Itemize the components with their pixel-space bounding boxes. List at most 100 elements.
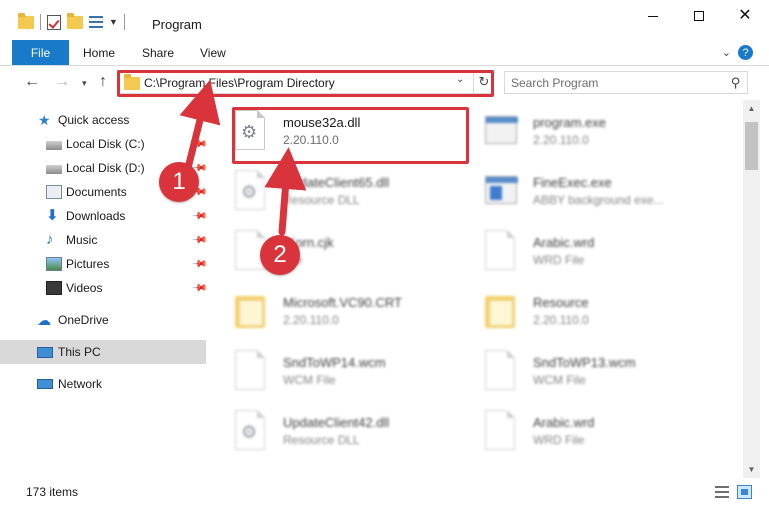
nav-label: OneDrive	[58, 313, 109, 327]
recent-locations-chevron-icon[interactable]: ▾	[82, 78, 87, 89]
file-name: SndToWP14.wcm	[283, 355, 386, 370]
nav-item-network[interactable]: Network	[0, 372, 206, 396]
disk-icon	[46, 165, 62, 174]
nav-item-pictures[interactable]: Pictures 📌	[0, 252, 208, 276]
address-path[interactable]: C:\Program Files\Program Directory	[144, 76, 335, 90]
file-detail: 2.20.110.0	[283, 313, 339, 327]
blank-file-icon	[485, 350, 518, 392]
up-arrow-icon[interactable]: ↑	[99, 73, 107, 91]
minimize-button[interactable]	[630, 0, 676, 32]
nav-item-videos[interactable]: Videos 📌	[0, 276, 208, 300]
nav-item-music[interactable]: ♪ Music 📌	[0, 228, 208, 252]
address-row: ← → ▾ ↑ C:\Program Files\Program Directo…	[0, 66, 769, 100]
new-folder-icon[interactable]	[67, 12, 83, 29]
scroll-up-icon[interactable]: ▲	[743, 100, 760, 117]
tab-view[interactable]: View	[200, 40, 226, 65]
nav-label: Music	[66, 233, 98, 247]
monitor-icon	[37, 346, 53, 358]
exe-file-icon	[485, 170, 518, 212]
file-tile[interactable]: Arabic.wrd WRD File	[467, 224, 717, 280]
film-icon	[46, 281, 62, 295]
file-tile[interactable]: Microsoft.VC90.CRT 2.20.110.0	[217, 284, 467, 340]
nav-item-onedrive[interactable]: ☁ OneDrive	[0, 308, 206, 332]
maximize-button[interactable]	[676, 0, 722, 32]
file-name: FineExec.exe	[533, 175, 612, 190]
file-detail: WCM File	[283, 373, 336, 387]
file-name: Resource	[533, 295, 589, 310]
nav-label: This PC	[58, 345, 101, 359]
file-tile[interactable]: tKorn.cjk File	[217, 224, 467, 280]
close-button[interactable]: ✕	[722, 0, 768, 32]
file-tile[interactable]: FineExec.exe ABBY background exe...	[467, 164, 717, 220]
tab-home[interactable]: Home	[83, 40, 115, 65]
tab-file[interactable]: File	[12, 40, 69, 65]
minimize-icon	[648, 15, 658, 17]
status-bar: 173 items	[0, 478, 769, 505]
folder-icon[interactable]	[18, 12, 34, 29]
file-detail: WRD File	[533, 253, 585, 267]
folder-icon	[124, 74, 140, 90]
nav-item-local-disk-c[interactable]: Local Disk (C:) 📌	[0, 132, 208, 156]
chevron-down-icon[interactable]: ⌄	[456, 74, 464, 85]
download-arrow-icon: ⬇	[46, 207, 59, 224]
music-note-icon: ♪	[46, 231, 54, 248]
vertical-scrollbar[interactable]: ▲ ▼	[743, 100, 760, 478]
back-arrow-icon[interactable]: ←	[24, 73, 40, 91]
chevron-down-icon[interactable]: ▼	[109, 17, 118, 27]
file-tile[interactable]: ⚙ mouse32a.dll 2.20.110.0	[217, 104, 467, 160]
file-name: UpdateClient42.dll	[283, 415, 390, 430]
pin-icon[interactable]: 📌	[191, 136, 208, 153]
forward-arrow-icon[interactable]: →	[54, 73, 70, 91]
search-input[interactable]	[511, 75, 716, 91]
folder-icon	[485, 290, 518, 332]
file-name: UpdateClient65.dll	[283, 175, 390, 190]
large-icons-view-icon[interactable]	[737, 485, 752, 499]
chevron-down-icon[interactable]: ⌄	[722, 46, 731, 59]
file-detail: 2.20.110.0	[283, 133, 339, 147]
scrollbar-thumb[interactable]	[745, 122, 758, 170]
pin-icon[interactable]: 📌	[191, 208, 208, 225]
star-icon: ★	[38, 112, 51, 128]
search-box[interactable]: ⚲	[504, 71, 748, 94]
dll-file-icon: ⚙	[235, 410, 268, 452]
blank-file-icon	[235, 350, 268, 392]
help-icon[interactable]: ?	[738, 45, 753, 60]
list-view-icon[interactable]	[89, 16, 103, 28]
details-view-icon[interactable]	[715, 486, 729, 498]
ribbon-tabs: File Home Share View ⌄ ?	[0, 40, 769, 66]
file-tile[interactable]: SndToWP13.wcm WCM File	[467, 344, 717, 400]
dll-file-icon: ⚙	[235, 170, 268, 212]
file-tile[interactable]: Resource 2.20.110.0	[467, 284, 717, 340]
file-list: ⚙ mouse32a.dll 2.20.110.0 program.exe 2.…	[215, 100, 741, 474]
documents-icon	[46, 185, 62, 199]
maximize-icon	[694, 11, 704, 21]
nav-item-downloads[interactable]: ⬇ Downloads 📌	[0, 204, 208, 228]
pin-icon[interactable]: 📌	[191, 280, 208, 297]
quick-access-toolbar: ▼	[18, 12, 125, 30]
refresh-icon[interactable]: ↻	[473, 71, 494, 93]
file-tile[interactable]: ⚙ UpdateClient65.dll Resource DLL	[217, 164, 467, 220]
file-detail: WCM File	[533, 373, 586, 387]
file-detail: Resource DLL	[283, 433, 360, 447]
nav-item-this-pc[interactable]: This PC	[0, 340, 206, 364]
file-tile[interactable]: Arabic.wrd WRD File	[467, 404, 717, 460]
pin-icon[interactable]: 📌	[191, 232, 208, 249]
tab-share[interactable]: Share	[142, 40, 174, 65]
file-tile[interactable]: program.exe 2.20.110.0	[467, 104, 717, 160]
toolbar-separator	[40, 14, 41, 30]
address-bar[interactable]: C:\Program Files\Program Directory ⌄ ↻	[117, 70, 494, 94]
navigation-pane: ★ Quick access Local Disk (C:) 📌 Local D…	[0, 100, 208, 474]
step-1-badge: 1	[159, 162, 199, 202]
properties-check-icon[interactable]	[47, 14, 61, 30]
nav-label: Quick access	[58, 113, 130, 127]
file-tile[interactable]: ⚙ UpdateClient42.dll Resource DLL	[217, 404, 467, 460]
pin-icon[interactable]: 📌	[191, 256, 208, 273]
search-icon[interactable]: ⚲	[731, 75, 741, 91]
file-tile[interactable]: SndToWP14.wcm WCM File	[217, 344, 467, 400]
scroll-down-icon[interactable]: ▼	[743, 461, 760, 478]
disk-icon	[46, 141, 62, 150]
blank-file-icon	[485, 410, 518, 452]
file-detail: 2.20.110.0	[533, 313, 589, 327]
item-count: 173 items	[26, 485, 79, 499]
nav-item-quick-access[interactable]: ★ Quick access	[0, 108, 206, 132]
